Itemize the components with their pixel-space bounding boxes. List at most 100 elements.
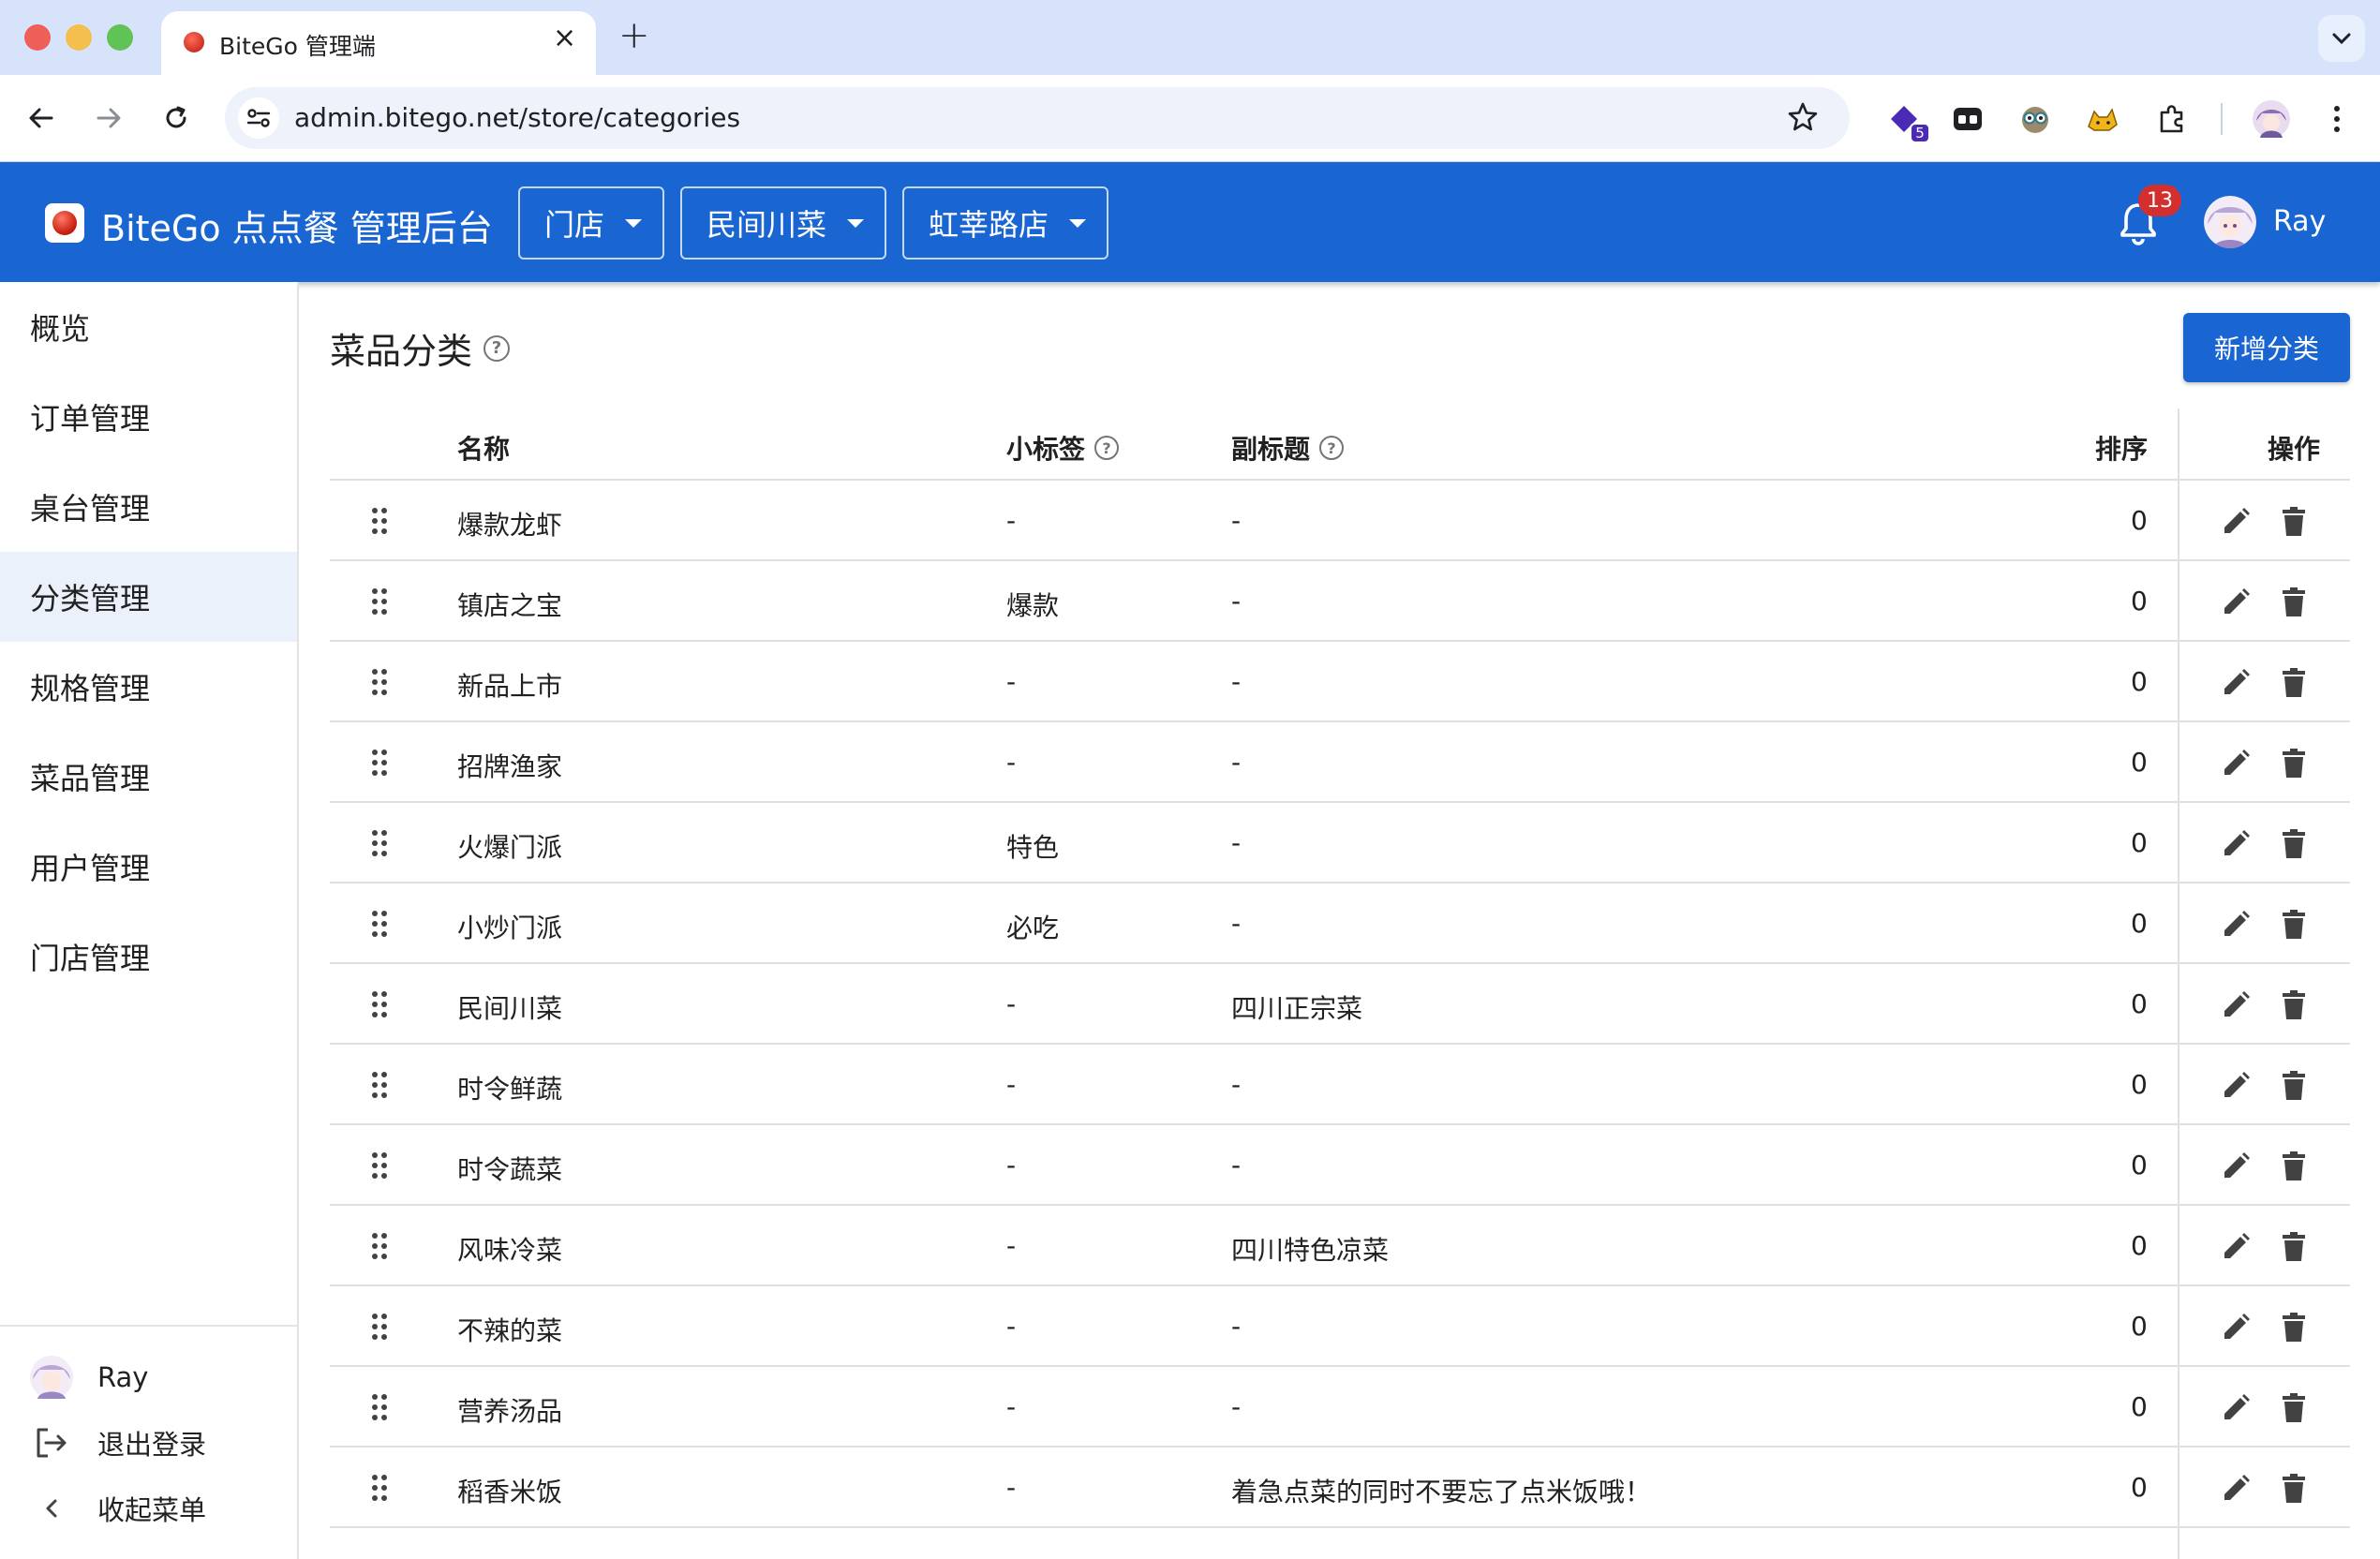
edit-icon[interactable] [2217, 825, 2254, 863]
edit-icon[interactable] [2217, 745, 2254, 782]
drag-handle-icon[interactable] [371, 1313, 388, 1341]
window-close-button[interactable] [24, 24, 51, 51]
delete-icon[interactable] [2275, 1389, 2313, 1427]
drag-handle-icon[interactable] [371, 749, 388, 777]
help-icon[interactable]: ? [483, 334, 511, 362]
browser-tab-active[interactable]: BiteGo 管理端 × [161, 11, 596, 75]
cell-name: 时令鲜蔬 [457, 1074, 563, 1105]
tab-search-button[interactable] [2318, 15, 2365, 62]
edit-icon[interactable] [2217, 1228, 2254, 1266]
caret-down-icon [847, 218, 865, 228]
branch-select[interactable]: 虹莘路店 [902, 186, 1108, 260]
delete-icon[interactable] [2275, 664, 2313, 702]
back-button[interactable] [19, 96, 64, 141]
delete-icon[interactable] [2275, 825, 2313, 863]
sidebar-item-dishes[interactable]: 菜品管理 [0, 732, 297, 822]
extension-cat-icon[interactable] [2082, 98, 2123, 140]
edit-icon[interactable] [2217, 1389, 2254, 1427]
delete-icon[interactable] [2275, 1309, 2313, 1346]
collapse-menu-label: 收起菜单 [97, 1494, 207, 1526]
brand-select-value: 民间川菜 [707, 207, 827, 243]
extensions-puzzle-icon[interactable] [2151, 98, 2193, 140]
add-category-button[interactable]: 新增分类 [2183, 313, 2350, 382]
tab-favicon-icon [184, 32, 204, 52]
extension-glasses-icon[interactable] [1947, 98, 1988, 140]
collapse-menu-button[interactable]: 收起菜单 [30, 1485, 206, 1532]
sidebar-user-avatar [30, 1356, 73, 1399]
new-tab-button[interactable]: + [618, 17, 650, 54]
browser-menu-icon[interactable] [2316, 98, 2358, 140]
drag-handle-icon[interactable] [371, 1474, 388, 1502]
edit-icon[interactable] [2217, 1067, 2254, 1105]
delete-icon[interactable] [2275, 1148, 2313, 1185]
drag-handle-icon[interactable] [371, 829, 388, 857]
brand-select[interactable]: 民间川菜 [680, 186, 886, 260]
chevron-down-icon [2332, 33, 2351, 45]
sidebar-item-tables[interactable]: 桌台管理 [0, 462, 297, 552]
store-type-select[interactable]: 门店 [518, 186, 664, 260]
table-row: 火爆门派 特色 - 0 [330, 803, 2350, 883]
cell-sort: 0 [2131, 1472, 2148, 1503]
edit-icon[interactable] [2217, 1148, 2254, 1185]
edit-icon[interactable] [2217, 906, 2254, 943]
window-minimize-button[interactable] [66, 24, 92, 51]
edit-icon[interactable] [2217, 987, 2254, 1024]
delete-icon[interactable] [2275, 1228, 2313, 1266]
cell-tag: - [1006, 1391, 1017, 1422]
edit-icon[interactable] [2217, 664, 2254, 702]
drag-handle-icon[interactable] [371, 1071, 388, 1099]
help-icon[interactable]: ? [1094, 436, 1120, 460]
app-logo [45, 203, 84, 243]
drag-handle-icon[interactable] [371, 910, 388, 938]
cell-tag: - [1006, 1069, 1017, 1100]
sidebar-item-categories[interactable]: 分类管理 [0, 552, 297, 642]
table-row: 稻香米饭 - 着急点菜的同时不要忘了点米饭哦！ 0 [330, 1448, 2350, 1528]
reload-button[interactable] [154, 96, 199, 141]
table-row: 镇店之宝 爆款 - 0 [330, 561, 2350, 642]
column-header-sort: 排序 [2095, 434, 2149, 465]
edit-icon[interactable] [2217, 1470, 2254, 1507]
user-avatar[interactable] [2204, 196, 2256, 248]
forward-button[interactable] [86, 96, 131, 141]
header-user-name[interactable]: Ray [2273, 205, 2326, 238]
extension-diamond-icon[interactable]: 5 [1883, 98, 1930, 143]
cell-subtitle: 四川特色凉菜 [1231, 1235, 1390, 1266]
delete-icon[interactable] [2275, 1470, 2313, 1507]
table-row: 风味冷菜 - 四川特色凉菜 0 [330, 1206, 2350, 1286]
delete-icon[interactable] [2275, 906, 2313, 943]
delete-icon[interactable] [2275, 987, 2313, 1024]
delete-icon[interactable] [2275, 745, 2313, 782]
delete-icon[interactable] [2275, 584, 2313, 621]
cell-sort: 0 [2131, 747, 2148, 778]
drag-handle-icon[interactable] [371, 587, 388, 616]
extension-owl-icon[interactable] [2015, 98, 2056, 140]
window-zoom-button[interactable] [107, 24, 133, 51]
edit-icon[interactable] [2217, 584, 2254, 621]
drag-handle-icon[interactable] [371, 507, 388, 535]
drag-handle-icon[interactable] [371, 1151, 388, 1180]
sidebar-item-orders[interactable]: 订单管理 [0, 372, 297, 462]
logout-button[interactable]: 退出登录 [30, 1419, 206, 1466]
help-icon[interactable]: ? [1319, 436, 1345, 460]
sidebar-item-stores[interactable]: 门店管理 [0, 912, 297, 1002]
cell-name: 爆款龙虾 [457, 510, 563, 541]
edit-icon[interactable] [2217, 503, 2254, 541]
drag-handle-icon[interactable] [371, 1232, 388, 1260]
cell-subtitle: 四川正宗菜 [1231, 993, 1363, 1024]
sidebar-item-users[interactable]: 用户管理 [0, 822, 297, 912]
drag-handle-icon[interactable] [371, 990, 388, 1018]
cell-sort: 0 [2131, 586, 2148, 616]
address-bar[interactable]: admin.bitego.net/store/categories [225, 87, 1850, 149]
bookmark-star-icon[interactable] [1786, 100, 1820, 138]
tab-close-icon[interactable]: × [553, 24, 576, 52]
site-settings-icon[interactable] [238, 97, 279, 139]
delete-icon[interactable] [2275, 503, 2313, 541]
edit-icon[interactable] [2217, 1309, 2254, 1346]
profile-avatar[interactable] [2251, 98, 2292, 140]
drag-handle-icon[interactable] [371, 1393, 388, 1421]
delete-icon[interactable] [2275, 1067, 2313, 1105]
sidebar-user[interactable]: Ray [30, 1354, 148, 1401]
sidebar-item-specs[interactable]: 规格管理 [0, 642, 297, 732]
sidebar-item-overview[interactable]: 概览 [0, 282, 297, 372]
drag-handle-icon[interactable] [371, 668, 388, 696]
